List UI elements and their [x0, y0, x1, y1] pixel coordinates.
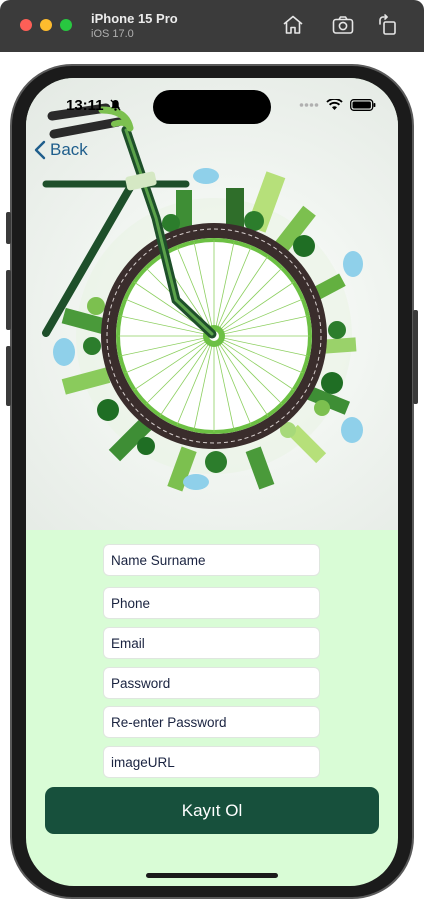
home-icon[interactable]	[281, 13, 305, 37]
simulator-device-name: iPhone 15 Pro	[91, 11, 178, 26]
minimize-window-button[interactable]	[40, 19, 52, 31]
simulator-os-version: iOS 17.0	[91, 28, 134, 40]
image-url-field[interactable]	[103, 746, 320, 778]
email-field[interactable]	[103, 627, 320, 659]
rotate-icon[interactable]	[376, 13, 400, 37]
zoom-window-button[interactable]	[60, 19, 72, 31]
name-surname-field[interactable]	[103, 544, 320, 576]
back-label: Back	[50, 140, 88, 159]
simulator-title-bar: iPhone 15 Pro iOS 17.0	[0, 0, 424, 52]
close-window-button[interactable]	[20, 19, 32, 31]
battery-icon	[350, 99, 376, 111]
action-button	[6, 212, 11, 244]
register-button[interactable]: Kayıt Ol	[45, 787, 379, 834]
power-button	[413, 310, 418, 404]
home-indicator	[146, 873, 278, 878]
volume-up-button	[6, 270, 11, 330]
wifi-icon	[326, 99, 343, 110]
app-screen: 13:11 Back Kayıt	[26, 78, 398, 886]
status-indicators	[299, 99, 376, 111]
phone-field[interactable]	[103, 587, 320, 619]
dynamic-island	[153, 90, 271, 124]
reenter-password-field[interactable]	[103, 706, 320, 738]
screenshot-icon[interactable]	[331, 13, 355, 37]
volume-down-button	[6, 346, 11, 406]
back-button[interactable]: Back	[34, 140, 88, 160]
cellular-dots-icon	[299, 103, 319, 107]
password-field[interactable]	[103, 667, 320, 699]
status-time: 13:11	[66, 97, 104, 114]
chevron-left-icon	[34, 140, 46, 160]
silent-bell-icon	[110, 99, 121, 111]
